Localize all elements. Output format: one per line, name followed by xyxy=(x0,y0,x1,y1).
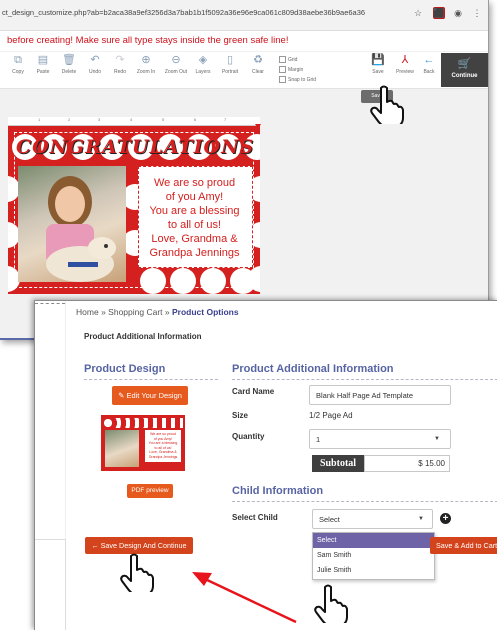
annotation-overlay xyxy=(192,572,297,624)
annotation-arrow-line xyxy=(204,577,297,624)
annotation-arrow-head xyxy=(192,572,212,586)
pointing-hand-icon xyxy=(314,584,348,623)
pointing-hand-icon xyxy=(120,553,154,592)
pointing-hand-icon xyxy=(370,85,404,124)
